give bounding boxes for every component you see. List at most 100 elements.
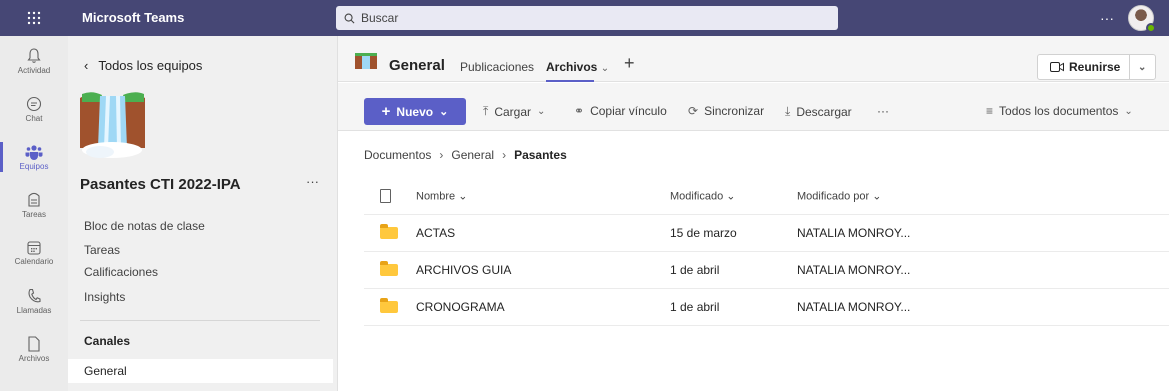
file-icon — [28, 335, 40, 352]
presence-badge — [1146, 23, 1156, 33]
rail-item-calls[interactable]: Llamadas — [0, 278, 68, 324]
file-modified-by: NATALIA MONROY... — [797, 226, 911, 240]
rail-label: Chat — [25, 113, 43, 123]
view-selector[interactable]: ≡ Todos los documentos ⌄ — [986, 104, 1133, 118]
file-name[interactable]: CRONOGRAMA — [416, 300, 505, 314]
table-row[interactable]: ARCHIVOS GUIA 1 de abril NATALIA MONROY.… — [364, 252, 1169, 289]
chevron-down-icon: ⌄ — [600, 63, 610, 74]
chevron-down-icon: ⌄ — [872, 190, 882, 203]
tab-posts[interactable]: Publicaciones — [460, 60, 534, 74]
tab-label: Archivos — [546, 60, 598, 74]
chevron-down-icon: ⌄ — [1124, 105, 1133, 117]
search-input[interactable]: Buscar — [336, 6, 838, 30]
app-launcher-button[interactable] — [0, 0, 68, 36]
teams-icon — [25, 144, 43, 160]
top-bar: Microsoft Teams Buscar ··· — [0, 0, 1169, 36]
channel-header: General Publicaciones Archivos ⌄ + Reuni… — [338, 36, 1169, 82]
breadcrumb: Documentos › General › Pasantes — [364, 148, 567, 162]
column-header-modified[interactable]: Modificado ⌄ — [670, 190, 735, 203]
toolbar-more-button[interactable]: ··· — [877, 104, 889, 118]
column-header-label: Modificado por — [797, 190, 870, 203]
folder-icon — [380, 261, 398, 276]
chevron-left-icon: ‹ — [84, 58, 89, 73]
team-panel: ‹ Todos los equipos Pasantes CTI 2022-IP… — [68, 36, 337, 391]
link-icon: ⚭ — [574, 104, 585, 118]
folder-icon — [380, 224, 398, 239]
table-header-row: Nombre ⌄ Modificado ⌄ Modificado por ⌄ — [364, 178, 1169, 215]
download-button[interactable]: ⤓ Descargar — [785, 104, 852, 119]
channels-section-title: Canales — [84, 334, 131, 348]
rail-item-assignments[interactable]: Tareas — [0, 182, 68, 228]
column-header-label: Nombre — [416, 190, 456, 203]
rail-item-files[interactable]: Archivos — [0, 326, 68, 372]
rail-label: Actividad — [17, 65, 51, 75]
copy-link-button[interactable]: ⚭ Copiar vínculo — [574, 104, 667, 118]
chevron-right-icon: › — [502, 148, 507, 162]
app-rail: Actividad Chat Equipos Tareas Calendario… — [0, 36, 68, 391]
chat-icon — [26, 96, 42, 111]
chevron-down-icon: ⌄ — [726, 190, 736, 203]
team-name: Pasantes CTI 2022-IPA — [80, 176, 241, 193]
team-link-grades[interactable]: Calificaciones — [84, 265, 158, 279]
search-icon — [344, 13, 355, 23]
rail-item-activity[interactable]: Actividad — [0, 38, 68, 84]
back-to-teams-link[interactable]: ‹ Todos los equipos — [84, 58, 202, 73]
breadcrumb-item-general[interactable]: General — [451, 148, 494, 162]
breadcrumb-item-current: Pasantes — [514, 148, 567, 162]
tab-label: Publicaciones — [460, 60, 535, 74]
list-view-icon: ≡ — [986, 104, 994, 118]
table-row[interactable]: ACTAS 15 de marzo NATALIA MONROY... — [364, 215, 1169, 252]
calendar-icon — [27, 240, 41, 255]
video-camera-icon — [1050, 62, 1064, 72]
add-tab-button[interactable]: + — [624, 53, 635, 74]
main-content: General Publicaciones Archivos ⌄ + Reuni… — [337, 36, 1169, 391]
column-header-modified-by[interactable]: Modificado por ⌄ — [797, 190, 881, 203]
breadcrumb-item-documents[interactable]: Documentos — [364, 148, 431, 162]
active-tab-indicator — [546, 80, 594, 82]
files-toolbar: + Nuevo ⌄ ⤒ Cargar ⌄ ⚭ Copiar vínculo ⟳ … — [338, 83, 1169, 131]
more-options-button[interactable]: ··· — [1100, 0, 1114, 36]
meet-label: Reunirse — [1069, 60, 1121, 74]
table-row[interactable]: CRONOGRAMA 1 de abril NATALIA MONROY... — [364, 289, 1169, 326]
sync-button[interactable]: ⟳ Sincronizar — [688, 104, 764, 118]
file-modified: 1 de abril — [670, 263, 720, 277]
meet-button[interactable]: Reunirse ⌄ — [1037, 54, 1156, 80]
back-link-label: Todos los equipos — [98, 58, 203, 73]
chevron-down-icon: ⌄ — [439, 106, 449, 118]
meet-options-button[interactable]: ⌄ — [1129, 62, 1155, 73]
file-modified-by: NATALIA MONROY... — [797, 263, 911, 277]
rail-label: Tareas — [21, 209, 46, 219]
new-button[interactable]: + Nuevo ⌄ — [364, 98, 466, 125]
folder-icon — [380, 298, 398, 313]
tab-files[interactable]: Archivos ⌄ — [546, 60, 610, 82]
column-header-name[interactable]: Nombre ⌄ — [416, 190, 467, 203]
rail-label: Calendario — [14, 256, 54, 266]
file-name[interactable]: ACTAS — [416, 226, 455, 240]
team-more-options-button[interactable]: ··· — [306, 174, 319, 189]
rail-item-teams[interactable]: Equipos — [0, 134, 68, 180]
view-label: Todos los documentos — [999, 104, 1119, 118]
rail-label: Llamadas — [16, 305, 52, 315]
rail-item-chat[interactable]: Chat — [0, 86, 68, 132]
team-link-assignments[interactable]: Tareas — [84, 243, 120, 257]
file-type-header[interactable] — [380, 189, 391, 203]
file-modified: 15 de marzo — [670, 226, 737, 240]
file-modified-by: NATALIA MONROY... — [797, 300, 911, 314]
chevron-right-icon: › — [439, 148, 444, 162]
rail-item-calendar[interactable]: Calendario — [0, 230, 68, 276]
search-placeholder: Buscar — [361, 11, 399, 25]
meet-now-button[interactable]: Reunirse — [1038, 60, 1129, 74]
chevron-down-icon: ⌄ — [537, 106, 546, 117]
team-link-insights[interactable]: Insights — [84, 290, 125, 304]
team-picture[interactable] — [80, 90, 145, 160]
download-icon: ⤓ — [785, 104, 791, 118]
channel-title: General — [389, 57, 445, 74]
team-link-class-notebook[interactable]: Bloc de notas de clase — [84, 219, 205, 233]
column-header-label: Modificado — [670, 190, 724, 203]
channel-item-general[interactable]: General — [68, 359, 333, 383]
files-table: Nombre ⌄ Modificado ⌄ Modificado por ⌄ A… — [364, 178, 1169, 326]
sync-icon: ⟳ — [688, 104, 699, 118]
file-name[interactable]: ARCHIVOS GUIA — [416, 263, 511, 277]
bell-icon — [27, 47, 41, 63]
upload-button[interactable]: ⤒ Cargar ⌄ — [483, 104, 545, 119]
